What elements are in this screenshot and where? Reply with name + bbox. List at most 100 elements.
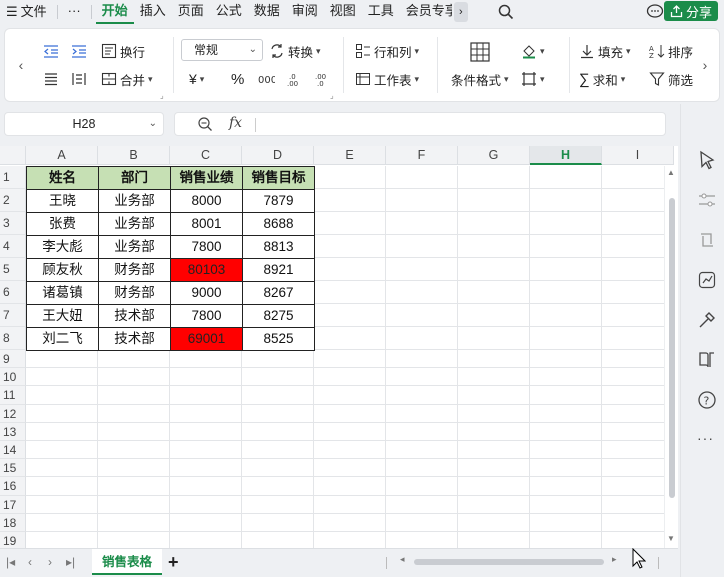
convert-button[interactable]: 转换 ▾ [269, 41, 321, 61]
chat-icon[interactable] [646, 3, 664, 19]
book-icon[interactable] [697, 350, 717, 370]
cell[interactable] [530, 422, 602, 441]
help-icon[interactable]: ? [697, 390, 717, 410]
scroll-up-icon[interactable]: ▲ [667, 168, 675, 177]
more-menu[interactable]: ··· [62, 0, 87, 24]
cell[interactable] [530, 166, 602, 189]
data-cell[interactable]: 8813 [242, 235, 315, 259]
cell[interactable] [458, 327, 530, 350]
cell[interactable] [458, 495, 530, 514]
column-header-d[interactable]: D [242, 146, 314, 165]
menu-scroll-right[interactable]: › [453, 2, 468, 22]
menu-tab-0[interactable]: 开始 [95, 0, 134, 24]
cell[interactable] [386, 235, 458, 258]
cell[interactable] [458, 532, 530, 548]
data-cell[interactable]: 7800 [170, 304, 243, 328]
cell[interactable] [242, 350, 314, 369]
header-cell[interactable]: 部门 [98, 166, 171, 190]
cell[interactable] [98, 495, 170, 514]
data-cell[interactable]: 7800 [170, 235, 243, 259]
data-cell[interactable]: 8001 [170, 212, 243, 236]
cell[interactable] [314, 513, 386, 532]
cell[interactable] [386, 532, 458, 548]
cell[interactable] [170, 441, 242, 460]
cell[interactable] [386, 477, 458, 496]
row-header-6[interactable]: 6 [0, 281, 26, 304]
row-header-19[interactable]: 19 [0, 532, 26, 548]
cell[interactable] [314, 327, 386, 350]
cell[interactable] [386, 281, 458, 304]
cell[interactable] [170, 386, 242, 405]
cell[interactable] [170, 513, 242, 532]
cell[interactable] [314, 441, 386, 460]
cell[interactable] [530, 513, 602, 532]
cell[interactable] [26, 386, 98, 405]
ribbon-scroll-right[interactable]: › [697, 53, 713, 77]
row-header-2[interactable]: 2 [0, 189, 26, 212]
decrease-decimal-icon[interactable]: .00.0 [313, 71, 331, 87]
cell[interactable] [386, 386, 458, 405]
row-header-7[interactable]: 7 [0, 304, 26, 327]
add-sheet-button[interactable]: + [168, 552, 179, 573]
cell[interactable] [170, 350, 242, 369]
align-columns-icon[interactable] [71, 71, 87, 87]
cell[interactable] [26, 532, 98, 548]
cell[interactable] [530, 532, 602, 548]
cell[interactable] [314, 258, 386, 281]
data-cell[interactable]: 69001 [170, 327, 243, 351]
cell[interactable] [458, 386, 530, 405]
cell[interactable] [458, 513, 530, 532]
cell[interactable] [26, 477, 98, 496]
cell[interactable] [314, 212, 386, 235]
cell[interactable] [170, 532, 242, 548]
cell[interactable] [242, 404, 314, 423]
formula-bar[interactable]: fx [174, 112, 666, 136]
data-cell[interactable]: 王大妞 [26, 304, 99, 328]
scroll-right-icon[interactable]: ▸ [612, 554, 617, 565]
transform-icon[interactable] [697, 230, 717, 250]
cell-style-button[interactable]: ▾ [521, 41, 545, 61]
cell[interactable] [26, 350, 98, 369]
cell[interactable] [386, 258, 458, 281]
cell[interactable] [26, 495, 98, 514]
fill-button[interactable]: 填充 ▾ [579, 41, 631, 61]
cell[interactable] [26, 368, 98, 387]
last-sheet-icon[interactable]: ▸| [66, 555, 75, 569]
currency-button[interactable]: ¥ ▾ [189, 69, 204, 89]
cell[interactable] [458, 422, 530, 441]
next-sheet-icon[interactable]: › [48, 555, 52, 569]
cell[interactable] [242, 441, 314, 460]
cell[interactable] [530, 189, 602, 212]
increase-decimal-icon[interactable]: .0.00 [285, 71, 303, 87]
cell[interactable] [530, 235, 602, 258]
menu-tab-7[interactable]: 工具 [362, 0, 400, 24]
prev-sheet-icon[interactable]: ‹ [28, 555, 32, 569]
cell[interactable] [314, 166, 386, 189]
cell[interactable] [386, 304, 458, 327]
cell[interactable] [386, 166, 458, 189]
cell[interactable] [314, 386, 386, 405]
number-format-select[interactable]: 常规 ⌄ [181, 39, 263, 61]
cell[interactable] [242, 459, 314, 478]
data-cell[interactable]: 刘二飞 [26, 327, 99, 351]
data-cell[interactable]: 财务部 [98, 258, 171, 282]
data-cell[interactable]: 8000 [170, 189, 243, 213]
file-menu[interactable]: ☰ 文件 [0, 0, 53, 24]
more-options-icon[interactable]: ··· [697, 430, 714, 446]
dialog-launcher-icon[interactable]: ⌟ [160, 91, 164, 100]
cell[interactable] [458, 441, 530, 460]
row-header-15[interactable]: 15 [0, 459, 26, 478]
cell[interactable] [98, 422, 170, 441]
column-header-f[interactable]: F [386, 146, 458, 165]
cell[interactable] [458, 477, 530, 496]
decrease-indent-icon[interactable] [43, 43, 59, 59]
cell[interactable] [530, 459, 602, 478]
cell[interactable] [170, 422, 242, 441]
data-cell[interactable]: 李大彪 [26, 235, 99, 259]
cell[interactable] [386, 459, 458, 478]
cell[interactable] [458, 281, 530, 304]
filter-button[interactable]: 筛选 [649, 69, 693, 89]
row-header-4[interactable]: 4 [0, 235, 26, 258]
data-cell[interactable]: 诸葛镇 [26, 281, 99, 305]
merge-cells-button[interactable]: 合并 ▾ [101, 69, 153, 89]
